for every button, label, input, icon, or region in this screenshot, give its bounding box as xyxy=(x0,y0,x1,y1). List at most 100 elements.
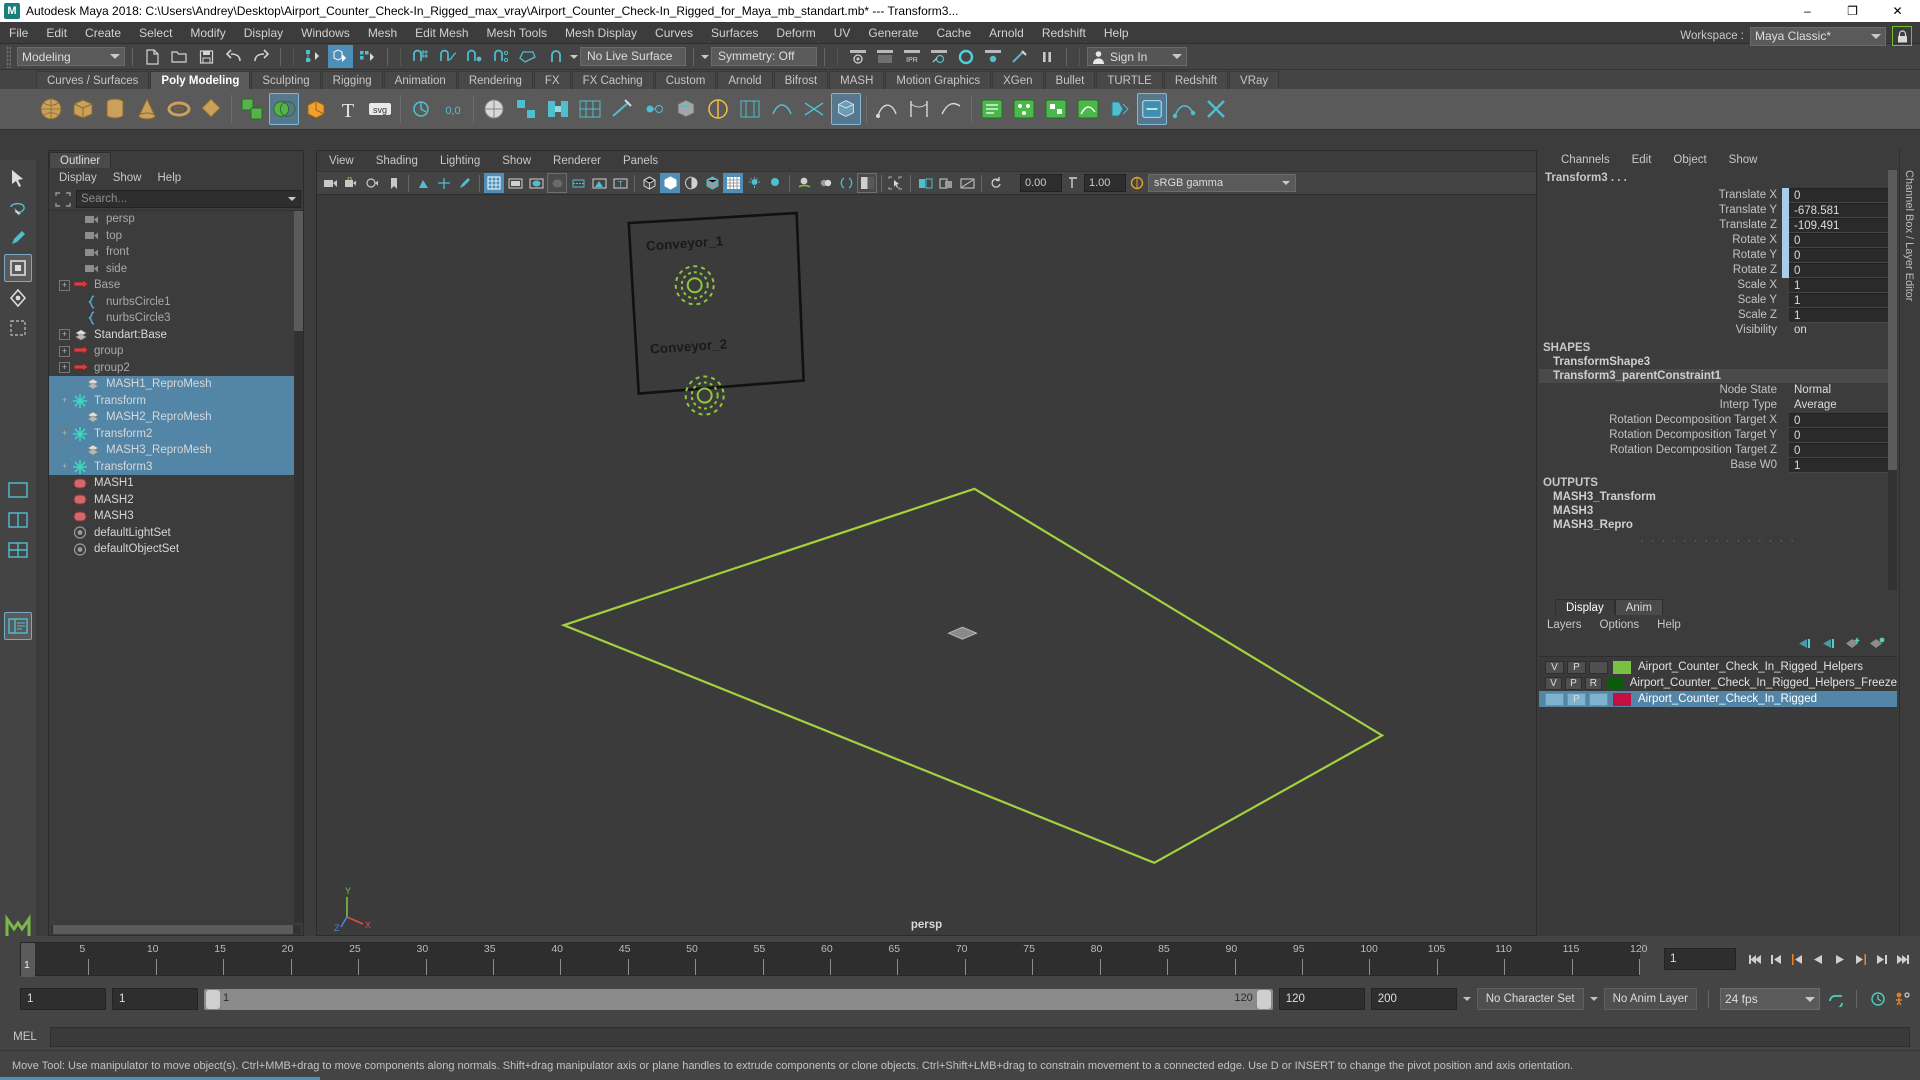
outliner-item-group[interactable]: + group xyxy=(49,343,303,360)
outliner-item-transform2[interactable]: + Transform2 xyxy=(49,425,303,442)
menu-item-edit[interactable]: Edit xyxy=(37,22,76,44)
exposure-icon[interactable] xyxy=(568,173,588,193)
select-tool-button[interactable] xyxy=(4,164,32,192)
layer-playback-toggle[interactable]: P xyxy=(1564,676,1582,690)
render-sequence-button[interactable] xyxy=(926,45,951,68)
outliner-vertical-scrollbar[interactable] xyxy=(294,211,303,923)
redo-render-button[interactable] xyxy=(872,45,897,68)
symmetry-field[interactable]: Symmetry: Off xyxy=(711,47,817,66)
slide-edge-icon[interactable] xyxy=(799,93,829,125)
new-layer-from-selected-icon[interactable] xyxy=(1869,637,1885,653)
mash-distribute-icon[interactable] xyxy=(1009,93,1039,125)
pause-render-button[interactable] xyxy=(1034,45,1059,68)
polygon-cylinder-icon[interactable] xyxy=(100,93,130,125)
snap-to-curve-button[interactable] xyxy=(435,45,460,68)
multi-cut-icon[interactable] xyxy=(607,93,637,125)
channel-value[interactable]: 0 xyxy=(1789,263,1897,278)
multisample-aa-icon[interactable] xyxy=(836,173,856,193)
shelf-tab-redshift[interactable]: Redshift xyxy=(1163,71,1229,89)
expand-toggle[interactable]: + xyxy=(59,362,70,374)
polygon-prism-icon[interactable] xyxy=(196,93,226,125)
combine-mesh-icon[interactable] xyxy=(237,93,267,125)
shelf-tab-rigging[interactable]: Rigging xyxy=(321,71,383,89)
layer-editor-menu-layers[interactable]: Layers xyxy=(1547,619,1582,631)
use-all-lights-icon[interactable] xyxy=(744,173,764,193)
channel-row-visibility[interactable]: Visibility on xyxy=(1539,323,1897,338)
layer-playback-toggle[interactable]: P xyxy=(1567,660,1586,674)
layer-reference-toggle[interactable]: R xyxy=(1584,676,1602,690)
polygon-cone-icon[interactable] xyxy=(132,93,162,125)
current-frame-indicator[interactable]: 1 xyxy=(21,943,35,977)
shadows-icon[interactable] xyxy=(765,173,785,193)
menu-item-cache[interactable]: Cache xyxy=(927,22,980,44)
current-frame-field[interactable]: 1 xyxy=(1664,948,1736,970)
hypershade-button[interactable] xyxy=(980,45,1005,68)
select-by-component-type-button[interactable] xyxy=(355,45,380,68)
offset-edge-loop-icon[interactable] xyxy=(735,93,765,125)
layer-editor-menu-options[interactable]: Options xyxy=(1600,619,1640,631)
channel-value[interactable]: Average xyxy=(1789,398,1897,413)
channel-value[interactable]: 0 xyxy=(1789,428,1897,443)
outliner-item-mash3[interactable]: MASH3 xyxy=(49,508,303,525)
menu-item-mesh-display[interactable]: Mesh Display xyxy=(556,22,646,44)
channel-value[interactable]: 1 xyxy=(1789,308,1897,323)
mash-network-icon[interactable] xyxy=(977,93,1007,125)
fps-selector[interactable]: 24 fps xyxy=(1720,988,1820,1010)
menu-item-mesh[interactable]: Mesh xyxy=(359,22,406,44)
mash-selected-icon[interactable] xyxy=(1137,93,1167,125)
channel-row-translate-y[interactable]: Translate Y -678.581 xyxy=(1539,203,1897,218)
append-polygon-icon[interactable] xyxy=(575,93,605,125)
channel-value[interactable]: 0 xyxy=(1789,248,1897,263)
menu-item-curves[interactable]: Curves xyxy=(646,22,702,44)
move-layer-up-icon[interactable] xyxy=(1797,637,1813,653)
toolbar-grip[interactable] xyxy=(6,45,11,68)
channel-row-rotation-decomposition-target-y[interactable]: Rotation Decomposition Target Y 0 xyxy=(1539,428,1897,443)
motion-blur-icon[interactable] xyxy=(815,173,835,193)
four-pane-layout-button[interactable] xyxy=(4,536,32,564)
mash-curve-icon[interactable] xyxy=(1169,93,1199,125)
workspace-selector[interactable]: Maya Classic* xyxy=(1750,26,1886,46)
menu-set-selector[interactable]: Modeling xyxy=(17,47,125,66)
camera-attributes-icon[interactable] xyxy=(363,173,383,193)
xray-joints-icon[interactable] xyxy=(915,173,935,193)
shelf-tab-fx[interactable]: FX xyxy=(533,71,571,89)
select-by-hierarchy-button[interactable] xyxy=(301,45,326,68)
edit-edge-flow-icon[interactable] xyxy=(767,93,797,125)
gamma-reset-icon[interactable] xyxy=(986,173,1006,193)
channel-row-base-w0[interactable]: Base W0 1 xyxy=(1539,458,1897,473)
shelf-tab-bullet[interactable]: Bullet xyxy=(1044,71,1096,89)
expand-toggle[interactable]: + xyxy=(59,428,70,440)
viewport-3d-canvas[interactable]: Y X Z Conveyor_1 Conveyor_2 persp xyxy=(317,195,1536,935)
character-set-selector[interactable]: No Character Set xyxy=(1476,988,1584,1010)
layer-visibility-toggle[interactable]: V xyxy=(1545,676,1562,690)
channel-value[interactable]: -678.581 xyxy=(1789,203,1897,218)
outliner-item-mash3-repromesh[interactable]: MASH3_ReproMesh xyxy=(49,442,303,459)
outliner-item-mash2[interactable]: MASH2 xyxy=(49,492,303,509)
layer-playback-toggle[interactable]: P xyxy=(1567,692,1586,706)
auto-keyframe-button[interactable] xyxy=(1868,988,1887,1010)
selection-brackets-icon[interactable] xyxy=(55,191,71,207)
expand-toggle[interactable]: + xyxy=(59,279,70,291)
channel-box-menu-edit[interactable]: Edit xyxy=(1632,154,1652,166)
bevel-icon[interactable] xyxy=(511,93,541,125)
menu-item-redshift[interactable]: Redshift xyxy=(1033,22,1095,44)
polygon-sphere-icon[interactable] xyxy=(36,93,66,125)
viewport-menu-view[interactable]: View xyxy=(329,155,354,167)
connect-icon[interactable] xyxy=(671,93,701,125)
mash-repro-icon[interactable] xyxy=(1041,93,1071,125)
select-camera-icon[interactable] xyxy=(321,173,341,193)
render-settings-button[interactable] xyxy=(953,45,978,68)
shelf-tab-bifrost[interactable]: Bifrost xyxy=(773,71,829,89)
menu-item-modify[interactable]: Modify xyxy=(181,22,234,44)
boolean-mesh-icon[interactable] xyxy=(269,93,299,125)
make-live-button[interactable] xyxy=(543,45,568,68)
channel-row-scale-z[interactable]: Scale Z 1 xyxy=(1539,308,1897,323)
redo-button[interactable] xyxy=(248,45,273,68)
scrollbar-thumb[interactable] xyxy=(53,924,293,934)
chevron-down-icon[interactable] xyxy=(1462,997,1471,1001)
viewport-menu-shading[interactable]: Shading xyxy=(376,155,418,167)
snap-to-view-plane-button[interactable] xyxy=(516,45,541,68)
channel-box-menu-show[interactable]: Show xyxy=(1729,154,1758,166)
snap-to-point-button[interactable] xyxy=(462,45,487,68)
outliner-item-transform3[interactable]: + Transform3 xyxy=(49,458,303,475)
